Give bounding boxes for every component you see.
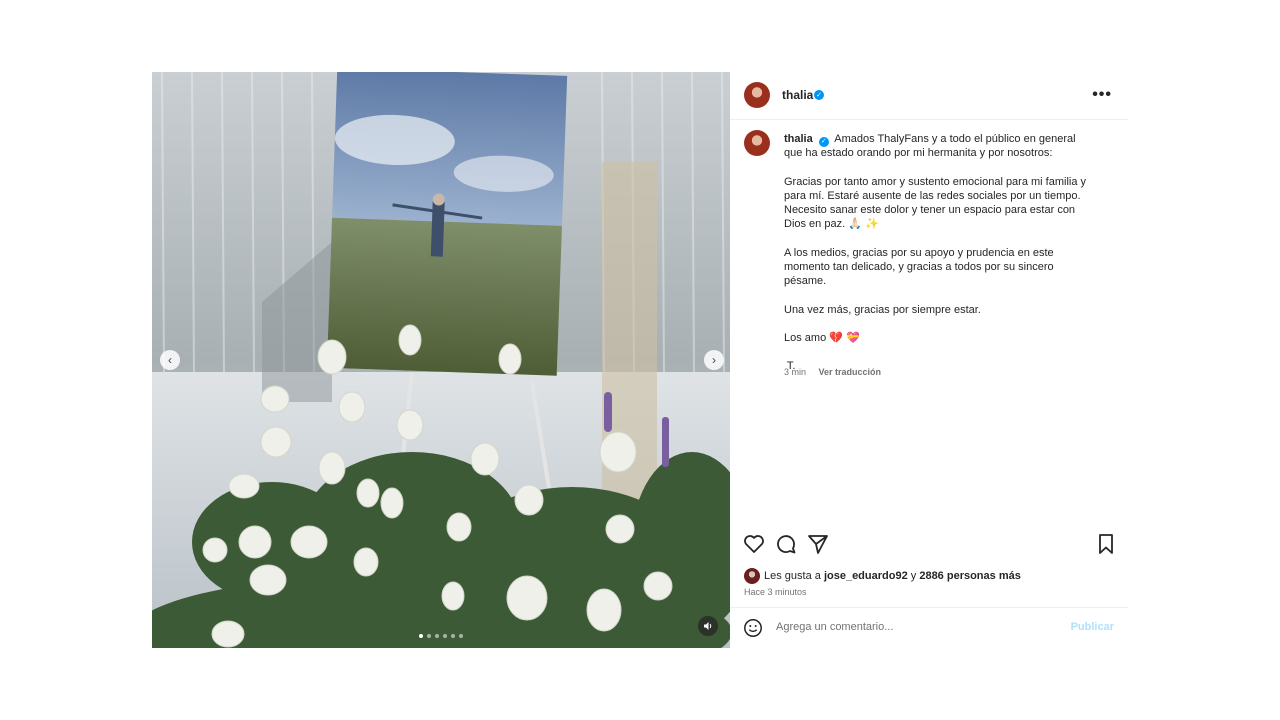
verified-badge-icon: ✓	[814, 90, 824, 100]
likes-connector: y	[910, 570, 917, 582]
chevron-left-icon: ‹	[168, 353, 172, 367]
carousel-indicator	[152, 634, 730, 638]
carousel-dot	[451, 634, 455, 638]
verified-badge-icon: ✓	[818, 137, 829, 148]
comment-icon[interactable]	[774, 532, 798, 556]
caption-paragraph: Una vez más, gracias por siempre estar.	[784, 303, 981, 316]
sound-toggle-button[interactable]	[698, 616, 718, 636]
more-options-icon[interactable]: •••	[1092, 86, 1112, 104]
post-comment-button[interactable]: Publicar	[1071, 621, 1114, 633]
carousel-dot	[459, 634, 463, 638]
post-caption: thalia ✓ Amados ThalyFans y a todo el pú…	[784, 132, 1096, 388]
likes-summary: Les gusta a jose_eduardo92 y 2886 person…	[744, 568, 1021, 584]
caption-username[interactable]: thalia	[784, 133, 813, 145]
comment-input[interactable]	[774, 620, 1048, 634]
caption-line: Amados ThalyFans y a todo el público en …	[784, 133, 1076, 160]
carousel-prev-button[interactable]: ‹	[160, 350, 180, 370]
caption-paragraph: Los amo 💔 💝	[784, 331, 860, 344]
chevron-right-icon: ›	[712, 353, 716, 367]
comment-bar: Publicar	[730, 607, 1128, 649]
see-translation-link[interactable]: Ver traducción	[819, 367, 882, 377]
post-media[interactable]: ‹ ›	[152, 72, 730, 648]
carousel-next-button[interactable]: ›	[704, 350, 724, 370]
caption-paragraph: A los medios, gracias por su apoyo y pru…	[784, 246, 1054, 288]
carousel-dot	[419, 634, 423, 638]
caption-paragraph: Gracias por tanto amor y sustento emocio…	[784, 175, 1087, 231]
carousel-dot	[435, 634, 439, 638]
caption-meta: 3 min Ver traducción	[784, 367, 891, 377]
post-header: thalia ✓ •••	[730, 72, 1128, 120]
heart-icon[interactable]	[742, 532, 766, 556]
likes-prefix: Les gusta a	[764, 570, 821, 582]
caption-avatar[interactable]	[744, 130, 770, 156]
caption-time: 3 min	[784, 367, 807, 377]
liker-avatar	[744, 568, 760, 584]
sound-on-icon	[704, 622, 712, 630]
carousel-dot	[427, 634, 431, 638]
author-avatar[interactable]	[744, 82, 770, 108]
likes-others-link[interactable]: 2886 personas más	[919, 570, 1021, 582]
post-timestamp: Hace 3 minutos	[744, 587, 807, 597]
emoji-icon[interactable]	[743, 618, 763, 638]
post-actions	[730, 532, 1128, 560]
post-side-panel: thalia ✓ ••• thalia ✓ Amados ThalyFans y…	[730, 72, 1128, 648]
share-icon[interactable]	[806, 532, 830, 556]
bookmark-icon[interactable]	[1094, 532, 1118, 556]
caption-paragraph: thalia ✓ Amados ThalyFans y a todo el pú…	[784, 132, 1096, 161]
author-username[interactable]: thalia	[782, 88, 813, 102]
liker-username[interactable]: jose_eduardo92	[824, 570, 908, 582]
instagram-post: ‹ › thalia ✓ ••• thalia ✓ Amados ThalyFa…	[152, 72, 1128, 648]
carousel-dot	[443, 634, 447, 638]
post-photo	[152, 72, 730, 648]
